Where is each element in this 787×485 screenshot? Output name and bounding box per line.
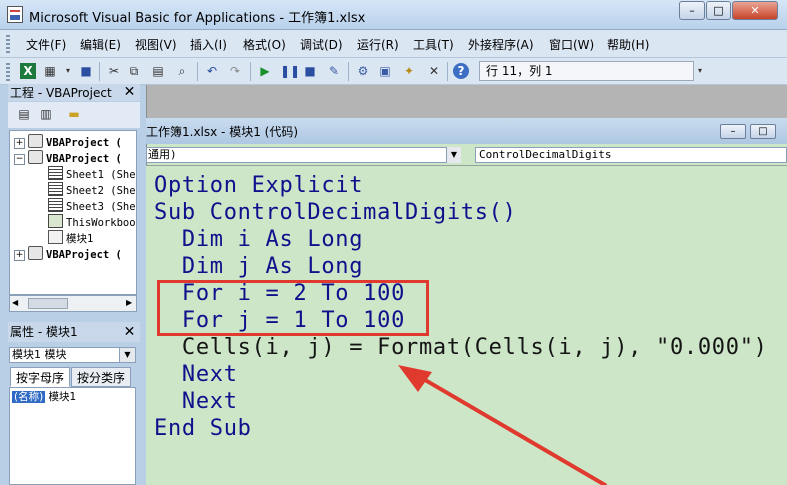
annotation-arrow-icon (398, 365, 607, 485)
